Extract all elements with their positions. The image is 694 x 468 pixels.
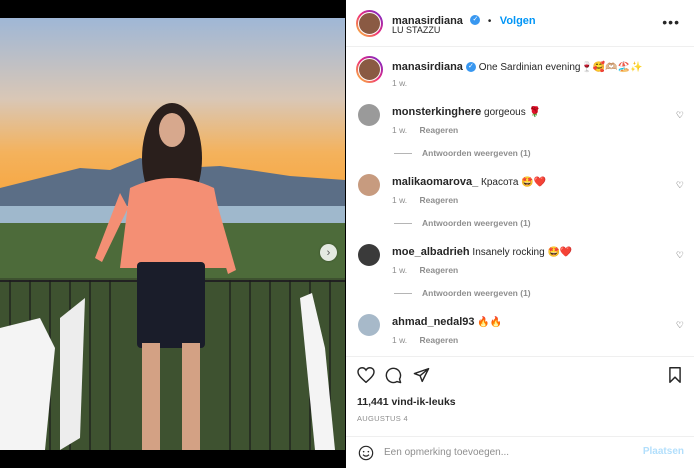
follow-button[interactable]: Volgen xyxy=(500,15,536,27)
author-avatar[interactable] xyxy=(356,10,383,37)
comment-meta: 1 w. Reageren xyxy=(392,335,458,345)
commenter-username[interactable]: ahmad_nedal93 xyxy=(392,316,475,328)
post-photo-image xyxy=(0,18,345,450)
comment-age: 1 w. xyxy=(392,195,408,205)
comments-list: manasirdiana ✓ One Sardinian evening🍷🥰🫶🏼🏖… xyxy=(346,48,694,356)
comment-age: 1 w. xyxy=(392,265,408,275)
more-icon[interactable]: ••• xyxy=(662,14,680,30)
carousel-next-button[interactable]: › xyxy=(320,244,337,261)
comment-meta: 1 w. Reageren xyxy=(392,265,458,275)
comment-row: monsterkinghere gorgeous 🌹 1 w. Reageren… xyxy=(346,104,694,168)
commenter-avatar[interactable] xyxy=(358,244,380,266)
commenter-username[interactable]: monsterkinghere xyxy=(392,106,481,118)
heart-outline-icon[interactable]: ♡ xyxy=(676,180,684,191)
post-comment-button[interactable]: Plaatsen xyxy=(643,446,684,457)
comment-icon[interactable] xyxy=(385,367,402,389)
comment-age: 1 w. xyxy=(392,125,408,135)
add-comment-bar: Plaatsen xyxy=(346,436,694,468)
comment-age: 1 w. xyxy=(392,335,408,345)
post-photo[interactable]: › xyxy=(0,18,345,450)
commenter-username[interactable]: malikaomarova_ xyxy=(392,176,478,188)
verified-icon: ✓ xyxy=(470,14,481,25)
comment-text: moe_albadrieh Insanely rocking 🤩❤️ xyxy=(392,246,672,259)
comment-body: Insanely rocking 🤩❤️ xyxy=(472,247,573,258)
comment-meta: 1 w. Reageren xyxy=(392,125,458,135)
like-count[interactable]: 11,441 vind-ik-leuks xyxy=(357,396,456,408)
heart-outline-icon[interactable]: ♡ xyxy=(676,320,684,331)
heart-icon[interactable] xyxy=(357,366,375,388)
comment-row: moe_albadrieh Insanely rocking 🤩❤️ 1 w. … xyxy=(346,244,694,308)
comment-row: malikaomarova_ Красота 🤩❤️ 1 w. Reageren… xyxy=(346,174,694,238)
emoji-icon[interactable] xyxy=(358,445,374,466)
caption-age: 1 w. xyxy=(392,78,408,88)
post-header: manasirdiana ✓ • Volgen LU STAZZU ••• xyxy=(346,0,694,47)
comment-text: monsterkinghere gorgeous 🌹 xyxy=(392,106,672,119)
commenter-username[interactable]: moe_albadrieh xyxy=(392,246,470,258)
comment-body: gorgeous 🌹 xyxy=(484,107,541,118)
comment-input[interactable] xyxy=(384,444,624,460)
top-black-bar xyxy=(0,0,345,18)
post-location[interactable]: LU STAZZU xyxy=(392,25,440,35)
caption-row: manasirdiana ✓ One Sardinian evening🍷🥰🫶🏼🏖… xyxy=(346,56,694,102)
comment-body: Красота 🤩❤️ xyxy=(481,177,547,188)
author-avatar[interactable] xyxy=(356,56,383,83)
commenter-avatar[interactable] xyxy=(358,174,380,196)
comment-meta: 1 w. Reageren xyxy=(392,195,458,205)
reply-button[interactable]: Reageren xyxy=(420,125,459,135)
chevron-right-icon: › xyxy=(326,246,331,259)
post-actions xyxy=(346,356,694,396)
comment-text: malikaomarova_ Красота 🤩❤️ xyxy=(392,176,672,189)
commenter-avatar[interactable] xyxy=(358,314,380,336)
heart-outline-icon[interactable]: ♡ xyxy=(676,110,684,121)
share-icon[interactable] xyxy=(413,367,430,388)
comment-text: ahmad_nedal93 🔥🔥 xyxy=(392,316,672,329)
post-date: AUGUSTUS 4 xyxy=(357,414,408,423)
reply-button[interactable]: Reageren xyxy=(420,195,459,205)
caption-text: manasirdiana ✓ One Sardinian evening🍷🥰🫶🏼🏖… xyxy=(392,61,672,74)
verified-icon: ✓ xyxy=(465,62,476,73)
bottom-black-bar xyxy=(0,450,345,468)
reply-button[interactable]: Reageren xyxy=(420,335,459,345)
heart-outline-icon[interactable]: ♡ xyxy=(676,250,684,261)
reply-button[interactable]: Reageren xyxy=(420,265,459,275)
commenter-avatar[interactable] xyxy=(358,104,380,126)
comment-body: 🔥🔥 xyxy=(477,317,503,328)
caption-meta: 1 w. xyxy=(392,78,407,88)
view-replies-button[interactable]: Antwoorden weergeven (1) xyxy=(394,288,531,298)
caption-body: One Sardinian evening🍷🥰🫶🏼🏖️✨ xyxy=(478,62,643,73)
bookmark-icon[interactable] xyxy=(668,367,682,388)
post-side-panel: manasirdiana ✓ • Volgen LU STAZZU ••• ma… xyxy=(346,0,694,468)
comment-row: ahmad_nedal93 🔥🔥 1 w. Reageren ♡ xyxy=(346,314,694,354)
view-replies-button[interactable]: Antwoorden weergeven (1) xyxy=(394,218,531,228)
dot-separator: • xyxy=(487,16,492,27)
view-replies-button[interactable]: Antwoorden weergeven (1) xyxy=(394,148,531,158)
caption-username[interactable]: manasirdiana xyxy=(392,61,463,73)
